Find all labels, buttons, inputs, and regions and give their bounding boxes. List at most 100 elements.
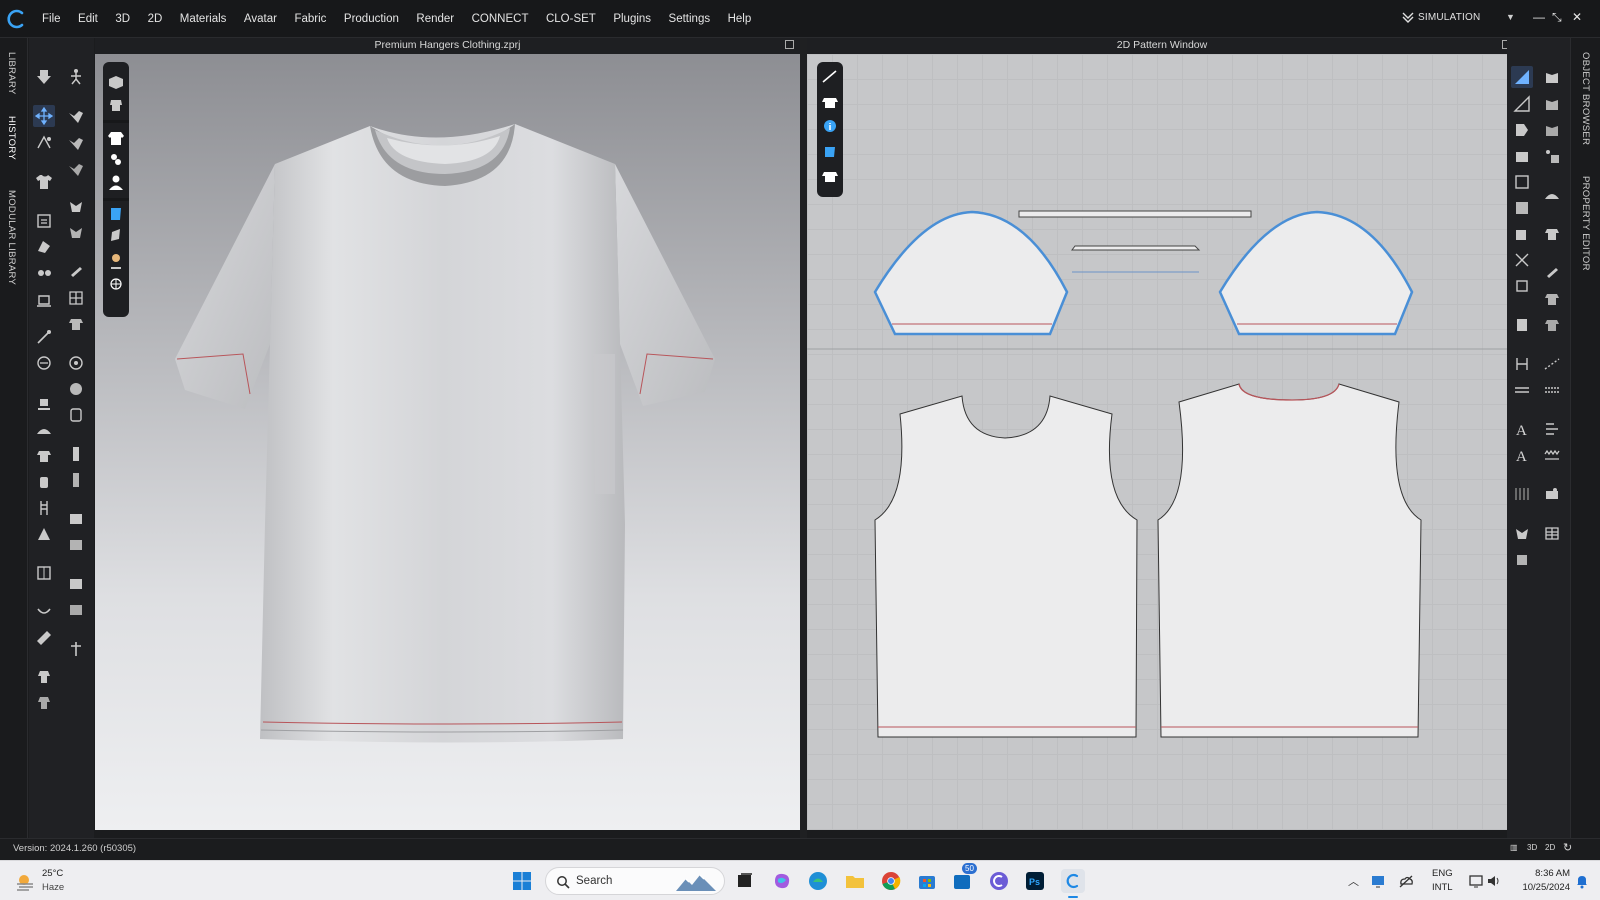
tab-history[interactable]: HISTORY bbox=[6, 116, 17, 160]
tab-modular-library[interactable]: MODULAR LIBRARY bbox=[6, 190, 17, 285]
seam-allowance-icon[interactable] bbox=[1511, 314, 1533, 336]
menu-production[interactable]: Production bbox=[344, 13, 399, 25]
menu-edit[interactable]: Edit bbox=[78, 13, 98, 25]
iron-2d-icon[interactable] bbox=[1541, 184, 1563, 206]
transform-mesh-icon[interactable] bbox=[65, 132, 87, 154]
volume-icon[interactable] bbox=[1486, 873, 1502, 889]
buttonhole-icon[interactable] bbox=[65, 469, 87, 491]
pattern-align-icon[interactable] bbox=[1541, 418, 1563, 440]
globe-tool-icon[interactable] bbox=[65, 378, 87, 400]
free-sewing-icon[interactable] bbox=[1511, 379, 1533, 401]
tab-property-editor[interactable]: PROPERTY EDITOR bbox=[1580, 176, 1591, 271]
view-2d-button[interactable]: 2D bbox=[1545, 843, 1555, 852]
clo3d-app-icon[interactable] bbox=[1061, 869, 1085, 898]
menu-file[interactable]: File bbox=[42, 13, 61, 25]
menu-render[interactable]: Render bbox=[416, 13, 454, 25]
graphic-icon[interactable] bbox=[65, 404, 87, 426]
outlook-icon[interactable]: 50 bbox=[951, 863, 977, 893]
mode-selector[interactable]: SIMULATION bbox=[1402, 11, 1480, 23]
edge-browser-icon[interactable] bbox=[806, 869, 830, 893]
tab-object-browser[interactable]: OBJECT BROWSER bbox=[1580, 52, 1591, 145]
keyboard-layout[interactable]: INTL bbox=[1432, 882, 1453, 893]
edit-pattern-icon[interactable] bbox=[1511, 66, 1533, 88]
menu-help[interactable]: Help bbox=[728, 13, 752, 25]
menu-2d[interactable]: 2D bbox=[148, 13, 163, 25]
unfold-icon[interactable] bbox=[1511, 275, 1533, 297]
grading-icon[interactable] bbox=[1511, 483, 1533, 505]
garment-fit-icon[interactable] bbox=[33, 210, 55, 232]
clock-time[interactable]: 8:36 AM bbox=[1526, 868, 1570, 879]
refresh-icon[interactable]: ↻ bbox=[1563, 841, 1572, 854]
measure-icon[interactable] bbox=[33, 562, 55, 584]
tray-overflow-icon[interactable]: ︿ bbox=[1348, 873, 1359, 889]
topstitch-2d-icon[interactable] bbox=[1541, 353, 1563, 375]
arrangement-icon[interactable] bbox=[33, 262, 55, 284]
iron-icon[interactable] bbox=[33, 419, 55, 441]
graphic-2d-icon[interactable] bbox=[1541, 483, 1563, 505]
network-icon[interactable] bbox=[1468, 873, 1484, 889]
2d-pattern-viewport[interactable] bbox=[807, 54, 1507, 830]
menu-avatar[interactable]: Avatar bbox=[244, 13, 277, 25]
annotation-icon[interactable]: A bbox=[1511, 444, 1533, 466]
pattern-layer-icon[interactable] bbox=[1541, 93, 1563, 115]
menu-connect[interactable]: CONNECT bbox=[472, 13, 529, 25]
menu-materials[interactable]: Materials bbox=[180, 13, 227, 25]
windows-start-icon[interactable] bbox=[512, 871, 532, 891]
tape-measure-icon[interactable] bbox=[33, 601, 55, 623]
haze-weather-icon[interactable] bbox=[14, 871, 36, 893]
fold-tool-icon[interactable] bbox=[33, 235, 55, 257]
pattern-grid-icon[interactable] bbox=[65, 313, 87, 335]
puckering-line-icon[interactable] bbox=[65, 573, 87, 595]
fold-arrangement-icon[interactable] bbox=[65, 638, 87, 660]
fabric-assign-icon[interactable] bbox=[1511, 548, 1533, 570]
trim-icon[interactable] bbox=[33, 393, 55, 415]
clo-purple-icon[interactable] bbox=[987, 869, 1011, 893]
menu-settings[interactable]: Settings bbox=[669, 13, 711, 25]
photoshop-icon[interactable]: Ps bbox=[1023, 869, 1047, 893]
garment-tools-icon[interactable] bbox=[33, 666, 55, 688]
select-move-icon[interactable] bbox=[33, 105, 55, 127]
shirt-tool-icon[interactable] bbox=[33, 171, 55, 193]
brush-icon[interactable] bbox=[65, 196, 87, 218]
cut-icon[interactable] bbox=[1541, 145, 1563, 167]
restore-icon[interactable]: ⤡ bbox=[1552, 10, 1562, 25]
polygon-icon[interactable] bbox=[1511, 145, 1533, 167]
notifications-bell-icon[interactable] bbox=[1574, 873, 1590, 889]
menu-fabric[interactable]: Fabric bbox=[294, 13, 326, 25]
zipper-icon[interactable] bbox=[33, 497, 55, 519]
tab-library[interactable]: LIBRARY bbox=[6, 52, 17, 95]
zigzag-icon[interactable] bbox=[1541, 444, 1563, 466]
transform-pattern-icon[interactable] bbox=[65, 105, 87, 127]
table-icon[interactable] bbox=[1541, 522, 1563, 544]
3d-viewport[interactable] bbox=[95, 54, 800, 830]
trace-icon[interactable] bbox=[1511, 249, 1533, 271]
topstitch-line-icon[interactable] bbox=[1541, 379, 1563, 401]
simulation-icon[interactable] bbox=[33, 66, 55, 88]
piping-icon[interactable] bbox=[65, 599, 87, 621]
task-view-icon[interactable] bbox=[733, 869, 757, 893]
onedrive-offline-icon[interactable] bbox=[1398, 873, 1414, 889]
smooth-icon[interactable] bbox=[65, 222, 87, 244]
text-tool-icon[interactable]: A bbox=[1511, 418, 1533, 440]
avatar-shirt-icon[interactable] bbox=[33, 445, 55, 467]
topstitch-icon[interactable] bbox=[65, 508, 87, 530]
edit-point-icon[interactable] bbox=[1511, 93, 1533, 115]
ruler-icon[interactable] bbox=[33, 627, 55, 649]
fitting-suit-icon[interactable] bbox=[65, 66, 87, 88]
pattern-body-icon[interactable] bbox=[1541, 66, 1563, 88]
snap-button-icon[interactable] bbox=[65, 443, 87, 465]
tshirt-3d-render[interactable] bbox=[95, 54, 800, 830]
clock-date[interactable]: 10/25/2024 bbox=[1508, 882, 1570, 893]
chrome-icon[interactable] bbox=[879, 869, 903, 893]
file-explorer-icon[interactable] bbox=[843, 869, 867, 893]
texture-2d-icon[interactable] bbox=[1541, 288, 1563, 310]
select-mesh-icon[interactable] bbox=[33, 132, 55, 154]
pin-icon[interactable] bbox=[33, 326, 55, 348]
steam-icon[interactable] bbox=[33, 352, 55, 374]
puckering-icon[interactable] bbox=[65, 261, 87, 283]
garment-check-icon[interactable] bbox=[33, 692, 55, 714]
view-3d-button[interactable]: 3D bbox=[1527, 843, 1537, 852]
internal-rect-icon[interactable] bbox=[1511, 197, 1533, 219]
copilot-icon[interactable] bbox=[770, 869, 794, 893]
close-icon[interactable]: ✕ bbox=[1572, 10, 1582, 24]
